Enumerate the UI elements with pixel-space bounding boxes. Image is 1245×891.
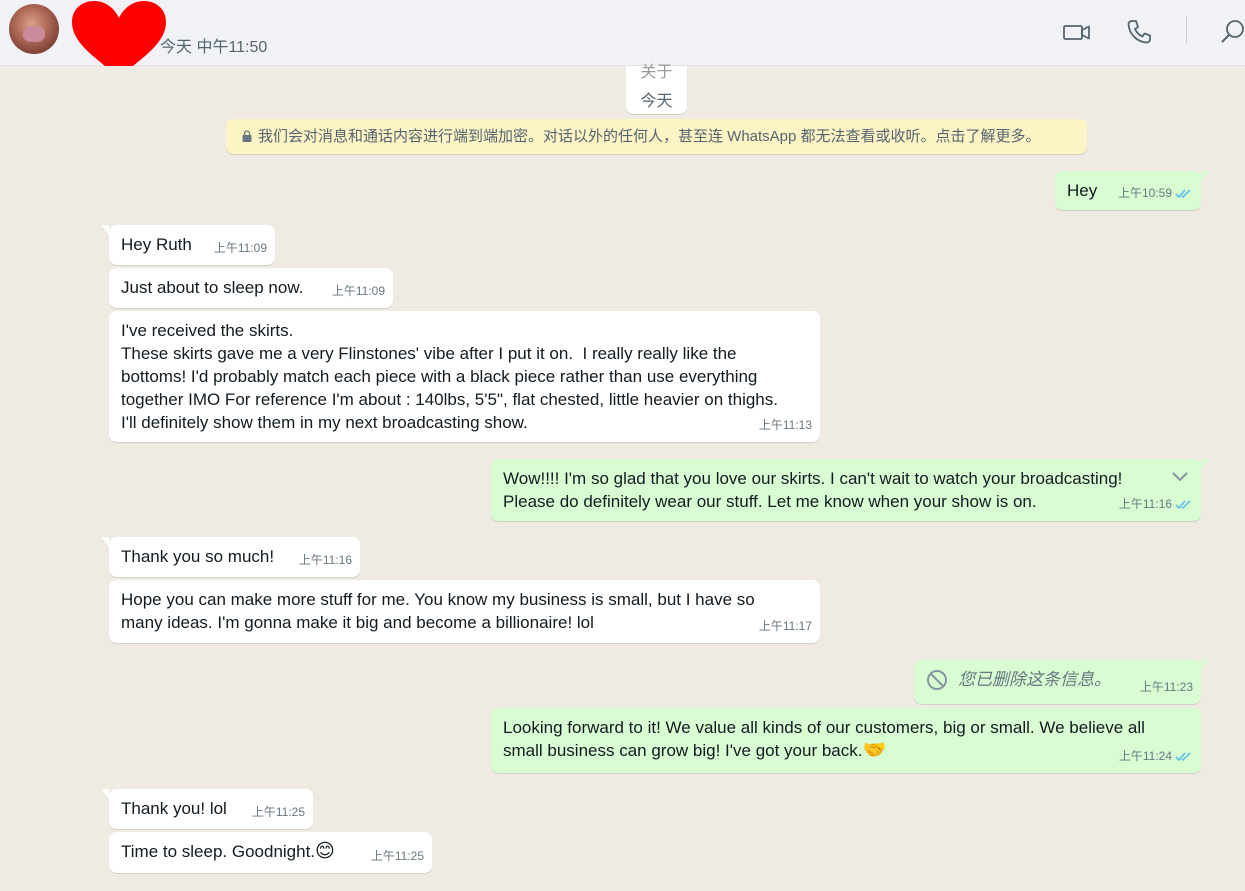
handshake-emoji: 🤝 [862, 740, 887, 761]
message-time: 上午10:59 [1117, 186, 1172, 200]
message-text: Hope you can make more stuff for me. You… [121, 590, 755, 632]
message-time: 上午11:23 [1139, 680, 1193, 694]
message-meta: 上午11:16 [299, 549, 352, 572]
double-check-icon [1175, 752, 1191, 762]
message-bubble-incoming[interactable]: I've received the skirts. These skirts g… [109, 311, 820, 442]
message-meta: 上午11:09 [332, 280, 385, 303]
message-bubble-incoming[interactable]: Hope you can make more stuff for me. You… [109, 580, 820, 643]
message-meta: 上午11:25 [371, 845, 424, 868]
message-bubble-incoming[interactable]: Hey Ruth 上午11:09 [101, 225, 275, 265]
message-bubble-incoming[interactable]: Thank you! lol 上午11:25 [101, 789, 313, 829]
chat-pane: 关于 今天 我们会对消息和通话内容进行端到端加密。对话以外的任何人，甚至连 Wh… [0, 64, 1245, 891]
message-time: 上午11:25 [251, 805, 305, 819]
bubble-tail [101, 789, 109, 799]
message-text: Looking forward to it! We value all kind… [503, 716, 1189, 762]
last-seen-time: 今天 中午11:50 [160, 39, 268, 56]
contact-avatar[interactable] [9, 4, 59, 54]
message-time: 上午11:09 [331, 284, 385, 298]
message-bubble-outgoing[interactable]: Hey 上午10:59 [1055, 171, 1209, 210]
message-time: 上午11:17 [758, 619, 812, 633]
smile-emoji: 😊 [315, 841, 335, 862]
message-meta: 上午11:23 [1140, 676, 1193, 699]
message-meta: 上午11:16 [1119, 493, 1193, 516]
date-divider-ghost: 关于 [640, 64, 673, 81]
bubble-tail [1201, 660, 1209, 670]
message-bubble-outgoing[interactable]: Looking forward to it! We value all kind… [491, 708, 1201, 773]
message-text-body: Time to sleep. Goodnight. [121, 842, 316, 861]
date-divider-label: 今天 [640, 93, 673, 110]
message-meta: 上午11:25 [252, 801, 305, 824]
voice-call-icon[interactable] [1124, 17, 1154, 47]
message-text: Wow!!!! I'm so glad that you love our sk… [503, 469, 1123, 511]
message-bubble-incoming[interactable]: Time to sleep. Goodnight.😊 上午11:25 [109, 832, 432, 873]
message-time: 上午11:16 [1118, 497, 1172, 511]
header-divider [1186, 17, 1187, 43]
message-time: 上午11:16 [298, 553, 352, 567]
message-meta: 上午11:17 [759, 615, 812, 638]
bubble-tail [1201, 171, 1209, 181]
bubble-tail [1201, 459, 1209, 469]
message-text-body: Looking forward to it! We value all kind… [503, 718, 1145, 760]
message-time: 上午11:13 [758, 418, 812, 432]
message-meta: 上午10:59 [1118, 182, 1193, 205]
date-divider: 关于 今天 [626, 64, 687, 114]
message-bubble-incoming[interactable]: Just about to sleep now. 上午11:09 [109, 268, 393, 308]
chat-header: 今天 中午11:50 [0, 0, 1245, 78]
deleted-message-bubble[interactable]: 您已删除这条信息。 上午11:23 [914, 660, 1209, 704]
double-check-icon [1175, 500, 1191, 510]
message-text: 您已删除这条信息。 [958, 670, 1111, 689]
double-check-icon [1175, 189, 1191, 199]
message-meta: 上午11:13 [759, 414, 812, 437]
message-meta: 上午11:09 [214, 237, 267, 260]
message-meta: 上午11:24 [1119, 745, 1193, 768]
blocked-icon [927, 669, 947, 690]
bubble-tail [101, 225, 109, 235]
encryption-notice[interactable]: 我们会对消息和通话内容进行端到端加密。对话以外的任何人，甚至连 WhatsApp… [226, 119, 1087, 154]
message-time: 上午11:09 [213, 241, 267, 255]
message-time: 上午11:24 [1118, 749, 1172, 763]
message-text: I've received the skirts. These skirts g… [121, 321, 778, 432]
lock-icon [242, 130, 252, 142]
message-time: 上午11:25 [370, 849, 424, 863]
bubble-tail [101, 537, 109, 547]
message-menu-chevron-icon[interactable] [1169, 467, 1191, 487]
video-call-icon[interactable] [1062, 17, 1092, 47]
search-icon[interactable] [1218, 17, 1245, 47]
message-bubble-outgoing[interactable]: Wow!!!! I'm so glad that you love our sk… [491, 459, 1209, 521]
encryption-notice-text: 我们会对消息和通话内容进行端到端加密。对话以外的任何人，甚至连 WhatsApp… [258, 128, 1041, 145]
message-bubble-incoming[interactable]: Thank you so much! 上午11:16 [101, 537, 360, 577]
